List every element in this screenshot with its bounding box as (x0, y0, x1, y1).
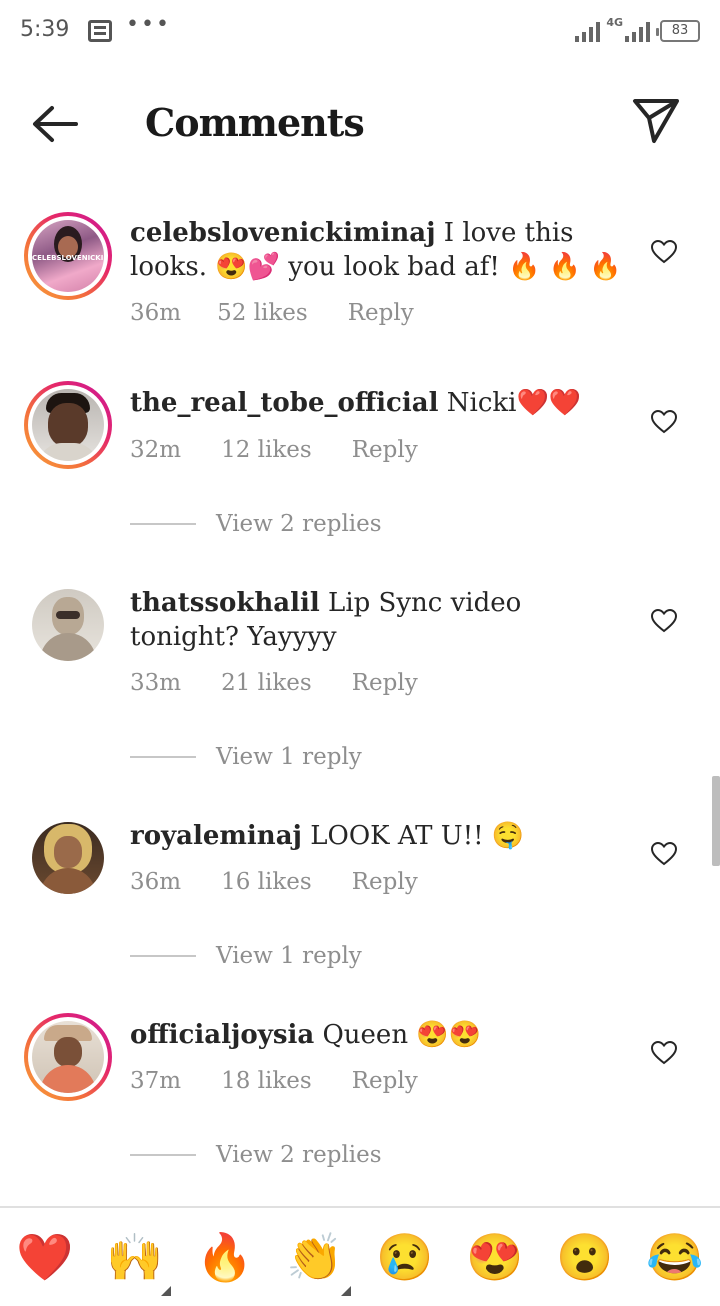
signal-icon (575, 16, 601, 42)
emoji-raised-hands-button[interactable]: 🙌 (106, 1228, 164, 1286)
network-type: 4G (606, 16, 623, 29)
comment-body: thatssokhalil Lip Sync video tonight? Ya… (130, 586, 630, 654)
comment-meta: 36m 16 likes Reply (130, 869, 418, 895)
comment-likes[interactable]: 12 likes (221, 437, 312, 463)
replies-divider (130, 1154, 196, 1156)
emoji-fire-button[interactable]: 🔥 (196, 1228, 254, 1286)
comment-time: 33m (130, 670, 182, 696)
status-indicators: 4G 83 (575, 16, 700, 42)
avatar (32, 822, 104, 894)
emoji-laughing-button[interactable]: 😂 (646, 1228, 704, 1286)
story-ring[interactable]: CELEBSLOVENICKIMINAJ (24, 212, 112, 300)
avatar: CELEBSLOVENICKIMINAJ (32, 220, 104, 292)
view-replies-label[interactable]: View 2 replies (216, 511, 382, 537)
comment-text: LOOK AT U!! 🤤 (301, 821, 525, 851)
reply-button[interactable]: Reply (352, 869, 418, 895)
avatar (32, 589, 104, 661)
comment-username[interactable]: celebslovenickiminaj (130, 218, 436, 248)
view-replies-button[interactable]: View 2 replies (130, 511, 382, 537)
comment-time: 32m (130, 437, 182, 463)
like-heart-icon[interactable] (651, 240, 677, 264)
comment-body: royaleminaj LOOK AT U!! 🤤 (130, 819, 630, 853)
status-time: 5:39 (20, 17, 70, 42)
more-notifications-icon: ••• (126, 12, 171, 37)
like-heart-icon[interactable] (651, 842, 677, 866)
comment-likes[interactable]: 21 likes (221, 670, 312, 696)
replies-divider (130, 756, 196, 758)
comment-text: Queen 😍😍 (314, 1020, 482, 1050)
comment-username[interactable]: royaleminaj (130, 821, 302, 851)
comment-body: officialjoysia Queen 😍😍 (130, 1018, 630, 1052)
like-heart-icon[interactable] (651, 1041, 677, 1065)
emoji-clapping-button[interactable]: 👏 (286, 1228, 344, 1286)
avatar (32, 389, 104, 461)
comment-likes[interactable]: 16 likes (221, 869, 312, 895)
back-arrow-icon[interactable] (30, 102, 82, 146)
comment-likes[interactable]: 18 likes (221, 1068, 312, 1094)
story-ring[interactable] (24, 381, 112, 469)
status-bar: 5:39 ••• 4G 83 (0, 0, 720, 64)
view-replies-button[interactable]: View 2 replies (130, 1142, 382, 1168)
send-icon[interactable] (630, 96, 682, 146)
view-replies-label[interactable]: View 1 reply (216, 943, 362, 969)
replies-divider (130, 523, 196, 525)
reply-button[interactable]: Reply (352, 1068, 418, 1094)
reply-button[interactable]: Reply (352, 670, 418, 696)
reply-button[interactable]: Reply (348, 300, 414, 326)
comment-likes[interactable]: 52 likes (217, 300, 308, 326)
like-heart-icon[interactable] (651, 609, 677, 633)
emoji-reaction-bar: ❤️ 🙌 🔥 👏 😢 😍 😮 😂 (0, 1206, 720, 1306)
replies-divider (130, 955, 196, 957)
comment-meta: 37m 18 likes Reply (130, 1068, 418, 1094)
notification-doc-icon (88, 20, 112, 42)
header: Comments (0, 80, 720, 170)
comment-time: 37m (130, 1068, 182, 1094)
avatar-frame[interactable] (32, 822, 104, 894)
scrollbar-thumb[interactable] (712, 776, 720, 866)
view-replies-button[interactable]: View 1 reply (130, 744, 362, 770)
emoji-heart-button[interactable]: ❤️ (16, 1228, 74, 1286)
battery-icon: 83 (656, 20, 700, 42)
view-replies-button[interactable]: View 1 reply (130, 943, 362, 969)
comment-username[interactable]: thatssokhalil (130, 588, 320, 618)
comment-meta: 33m 21 likes Reply (130, 670, 418, 696)
comment-username[interactable]: the_real_tobe_official (130, 388, 438, 418)
skin-tone-indicator-icon (161, 1286, 171, 1296)
comment-body: the_real_tobe_official Nicki❤️❤️ (130, 386, 630, 420)
comment-time: 36m (130, 300, 182, 326)
emoji-crying-button[interactable]: 😢 (376, 1228, 434, 1286)
comment-meta: 32m 12 likes Reply (130, 437, 418, 463)
avatar (32, 1021, 104, 1093)
view-replies-label[interactable]: View 1 reply (216, 744, 362, 770)
view-replies-label[interactable]: View 2 replies (216, 1142, 382, 1168)
comment-meta: 36m 52 likes Reply (130, 300, 414, 326)
comment-text: Nicki❤️❤️ (438, 388, 582, 418)
skin-tone-indicator-icon (341, 1286, 351, 1296)
comment-username[interactable]: officialjoysia (130, 1020, 314, 1050)
comment-body: celebslovenickiminaj I love this looks. … (130, 216, 630, 284)
signal-icon-2 (625, 16, 650, 42)
page-title: Comments (145, 100, 365, 145)
like-heart-icon[interactable] (651, 410, 677, 434)
emoji-surprised-button[interactable]: 😮 (556, 1228, 614, 1286)
story-ring[interactable] (24, 1013, 112, 1101)
comment-time: 36m (130, 869, 182, 895)
emoji-heart-eyes-button[interactable]: 😍 (466, 1228, 524, 1286)
avatar-frame[interactable] (32, 589, 104, 661)
reply-button[interactable]: Reply (352, 437, 418, 463)
